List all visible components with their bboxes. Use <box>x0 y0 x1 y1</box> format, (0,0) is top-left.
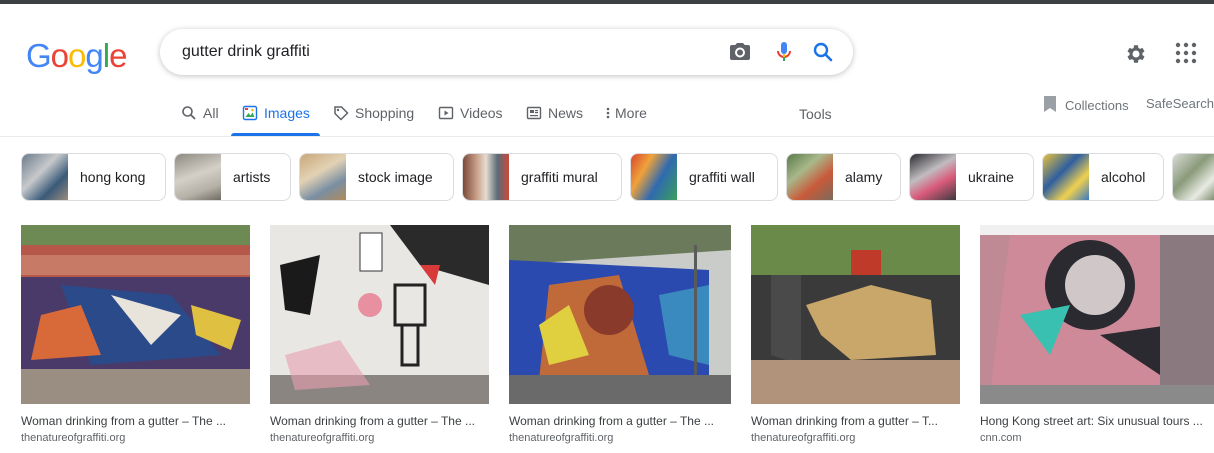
tab-label: Images <box>264 105 310 121</box>
result-source[interactable]: thenatureofgraffiti.org <box>270 432 489 444</box>
chip-label: graffiti mural <box>521 169 598 185</box>
more-vert-icon <box>604 105 612 121</box>
tab-label: Videos <box>460 105 503 121</box>
chip-graffiti-mural[interactable]: graffiti mural <box>462 153 622 201</box>
tab-label: Shopping <box>355 105 415 121</box>
bookmark-icon <box>1043 95 1057 116</box>
tab-label: All <box>203 105 219 121</box>
result-source[interactable]: thenatureofgraffiti.org <box>21 432 250 444</box>
chip-label: hong kong <box>80 169 146 185</box>
tabs-divider <box>0 136 1214 137</box>
chip-thumbnail <box>1173 154 1214 200</box>
logo-letter: g <box>85 37 103 74</box>
tab-shopping[interactable]: Shopping <box>333 95 414 135</box>
chip-label: artists <box>233 169 271 185</box>
tools-label: Tools <box>799 106 832 122</box>
chip-stock-image[interactable]: stock image <box>299 153 454 201</box>
tab-all[interactable]: All <box>181 95 219 135</box>
result-image[interactable] <box>270 225 489 404</box>
tag-icon <box>333 105 349 121</box>
result-title[interactable]: Hong Kong street art: Six unusual tours … <box>980 414 1214 428</box>
chip-label: alcohol <box>1101 169 1146 185</box>
chip-hong-kong[interactable]: hong kong <box>21 153 166 201</box>
tab-more[interactable]: More <box>604 95 647 135</box>
result-title[interactable]: Woman drinking from a gutter – T... <box>751 414 960 428</box>
result-card[interactable]: Woman drinking from a gutter – The ... t… <box>509 225 731 444</box>
logo-letter: o <box>50 37 69 74</box>
tab-label: News <box>548 105 584 121</box>
chip-ukraine[interactable]: ukraine <box>909 153 1034 201</box>
chip-alamy[interactable]: alamy <box>786 153 901 201</box>
chip-label: graffiti wall <box>689 169 755 185</box>
tab-label: More <box>615 105 647 121</box>
chip-artists[interactable]: artists <box>174 153 291 201</box>
result-card[interactable]: Woman drinking from a gutter – T... then… <box>751 225 960 444</box>
google-logo[interactable]: Google <box>26 36 127 76</box>
chip-thumbnail <box>631 154 677 200</box>
chip-thumbnail <box>175 154 221 200</box>
search-box[interactable]: gutter drink graffiti <box>160 29 853 75</box>
chip-thumbnail <box>1043 154 1089 200</box>
chip-thumbnail <box>463 154 509 200</box>
result-card[interactable]: Hong Kong street art: Six unusual tours … <box>980 225 1214 444</box>
chip-thumbnail <box>787 154 833 200</box>
result-title[interactable]: Woman drinking from a gutter – The ... <box>270 414 489 428</box>
news-icon <box>526 105 542 121</box>
result-source[interactable]: cnn.com <box>980 432 1214 444</box>
result-title[interactable]: Woman drinking from a gutter – The ... <box>509 414 731 428</box>
gear-icon[interactable] <box>1124 42 1148 71</box>
play-icon <box>438 105 454 121</box>
image-icon <box>242 105 258 121</box>
chip-label: ukraine <box>968 169 1014 185</box>
chip-alcohol[interactable]: alcohol <box>1042 153 1164 201</box>
collections-link[interactable]: Collections <box>1043 95 1129 116</box>
apps-grid-icon[interactable] <box>1175 42 1197 69</box>
collections-label: Collections <box>1065 98 1129 113</box>
chip-thumbnail <box>300 154 346 200</box>
result-image[interactable] <box>509 225 731 404</box>
logo-letter: e <box>109 37 127 74</box>
result-source[interactable]: thenatureofgraffiti.org <box>751 432 960 444</box>
search-input[interactable]: gutter drink graffiti <box>182 43 310 61</box>
camera-icon[interactable] <box>728 40 752 64</box>
chip-thumbnail <box>22 154 68 200</box>
result-card[interactable]: Woman drinking from a gutter – The ... t… <box>270 225 489 444</box>
result-image[interactable] <box>980 225 1214 404</box>
chip-label: alamy <box>845 169 883 185</box>
search-icon[interactable] <box>811 40 835 64</box>
search-icon <box>181 105 197 121</box>
result-image[interactable] <box>21 225 250 404</box>
tab-news[interactable]: News <box>526 95 583 135</box>
logo-letter: o <box>68 37 86 74</box>
chip-graffiti-wall[interactable]: graffiti wall <box>630 153 778 201</box>
result-title[interactable]: Woman drinking from a gutter – The ... <box>21 414 250 428</box>
tab-videos[interactable]: Videos <box>438 95 503 135</box>
microphone-icon[interactable] <box>772 40 796 64</box>
safesearch-link[interactable]: SafeSearch <box>1146 96 1214 111</box>
chip-label: stock image <box>358 169 433 185</box>
result-card[interactable]: Woman drinking from a gutter – The ... t… <box>21 225 250 444</box>
result-image[interactable] <box>751 225 960 404</box>
tab-images[interactable]: Images <box>231 95 320 136</box>
logo-letter: G <box>26 37 52 74</box>
top-border <box>0 0 1214 4</box>
chip-partial[interactable] <box>1172 153 1214 201</box>
chip-thumbnail <box>910 154 956 200</box>
search-tabs: All Images Shopping Videos News More Too… <box>0 95 1214 137</box>
tools-button[interactable]: Tools <box>799 95 832 135</box>
result-source[interactable]: thenatureofgraffiti.org <box>509 432 731 444</box>
